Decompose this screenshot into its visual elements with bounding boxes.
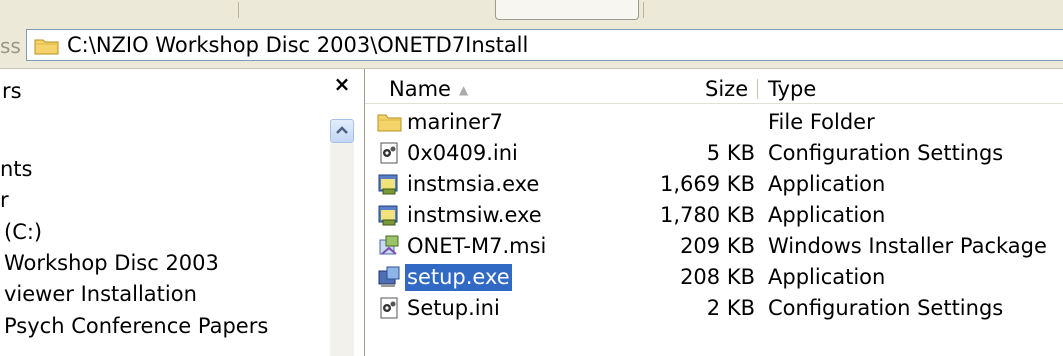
tree-item-label: Psych Conference Papers [4,314,269,338]
address-field[interactable]: C:\NZIO Workshop Disc 2003\ONETD7Install [26,29,1063,61]
address-bar: ss C:\NZIO Workshop Disc 2003\ONETD7Inst… [0,22,1063,69]
sort-ascending-icon: ▲ [458,83,469,97]
file-type: Configuration Settings [768,141,1004,165]
config-file-icon [377,141,401,165]
file-size: 208 KB [680,265,755,289]
tree-item[interactable]: viewer Installation [4,280,197,308]
tree-item-label: nts [0,157,33,181]
file-row[interactable]: instmsia.exe 1,669 KB Application [365,169,1063,200]
column-header-row: Name ▲ Size Type [365,75,1063,104]
folder-icon [377,110,402,134]
file-size: 209 KB [680,234,755,258]
tree-item-label: r [0,188,9,212]
file-name: setup.exe [405,264,512,291]
tree-item[interactable]: nts [0,155,32,183]
file-name: ONET-M7.msi [407,234,547,258]
file-size: 1,669 KB [660,172,755,196]
toolbar-button[interactable] [495,0,639,20]
file-size: 5 KB [706,141,755,165]
file-name: 0x0409.ini [407,141,518,165]
file-row[interactable]: 0x0409.ini 5 KB Configuration Settings [365,138,1063,169]
application-icon [377,172,401,196]
file-type: Windows Installer Package [768,234,1047,258]
file-type: Application [768,203,886,227]
toolbar [0,0,1063,23]
file-name: mariner7 [407,110,504,134]
tree-item[interactable]: r [0,186,9,214]
file-row[interactable]: mariner7 File Folder [365,107,1063,138]
chevron-up-icon [336,126,348,134]
file-list: Name ▲ Size Type mariner7 File Folder 0x… [365,69,1063,356]
application-icon [377,203,401,227]
column-header-size-label: Size [705,77,749,101]
file-name: instmsiw.exe [407,203,542,227]
file-name: Setup.ini [407,296,500,320]
folders-pane: rs × nts r (C:) Workshop Disc 2003 viewe… [0,69,365,356]
setup-icon [377,265,401,289]
toolbar-separator [238,2,239,18]
file-size: 2 KB [706,296,755,320]
file-type: Configuration Settings [768,296,1004,320]
folders-pane-header: rs × [0,69,364,113]
column-header-type-label: Type [768,77,817,101]
scroll-up-button[interactable] [330,119,354,143]
tree-item-workshop-disc[interactable]: Workshop Disc 2003 [4,249,219,277]
column-header-name-label: Name [389,77,451,101]
file-name: instmsia.exe [407,172,540,196]
tree-item-label: viewer Installation [4,282,197,306]
installer-package-icon [377,234,401,258]
address-label: ss [0,34,21,58]
tree-item[interactable]: Psych Conference Papers [4,312,268,340]
scrollbar-track[interactable] [330,143,354,356]
config-file-icon [377,296,401,320]
tree-item-drive-c[interactable]: (C:) [4,218,42,246]
file-type: File Folder [768,110,875,134]
column-separator[interactable] [757,79,758,99]
column-header-name[interactable]: Name ▲ [389,75,468,103]
folders-pane-title: rs [2,79,22,103]
file-type: Application [768,265,886,289]
close-icon[interactable]: × [331,73,353,95]
column-header-size[interactable]: Size [705,75,748,103]
tree-item-label: (C:) [4,220,43,244]
toolbar-separator [643,2,644,18]
file-size: 1,780 KB [660,203,755,227]
file-row-selected[interactable]: setup.exe 208 KB Application [365,262,1063,293]
file-row[interactable]: ONET-M7.msi 209 KB Windows Installer Pac… [365,231,1063,262]
tree-item-label: Workshop Disc 2003 [4,251,219,275]
address-path: C:\NZIO Workshop Disc 2003\ONETD7Install [67,33,529,57]
file-row[interactable]: instmsiw.exe 1,780 KB Application [365,200,1063,231]
column-header-type[interactable]: Type [768,75,816,103]
folder-icon [34,36,60,60]
file-row[interactable]: Setup.ini 2 KB Configuration Settings [365,293,1063,324]
file-type: Application [768,172,886,196]
